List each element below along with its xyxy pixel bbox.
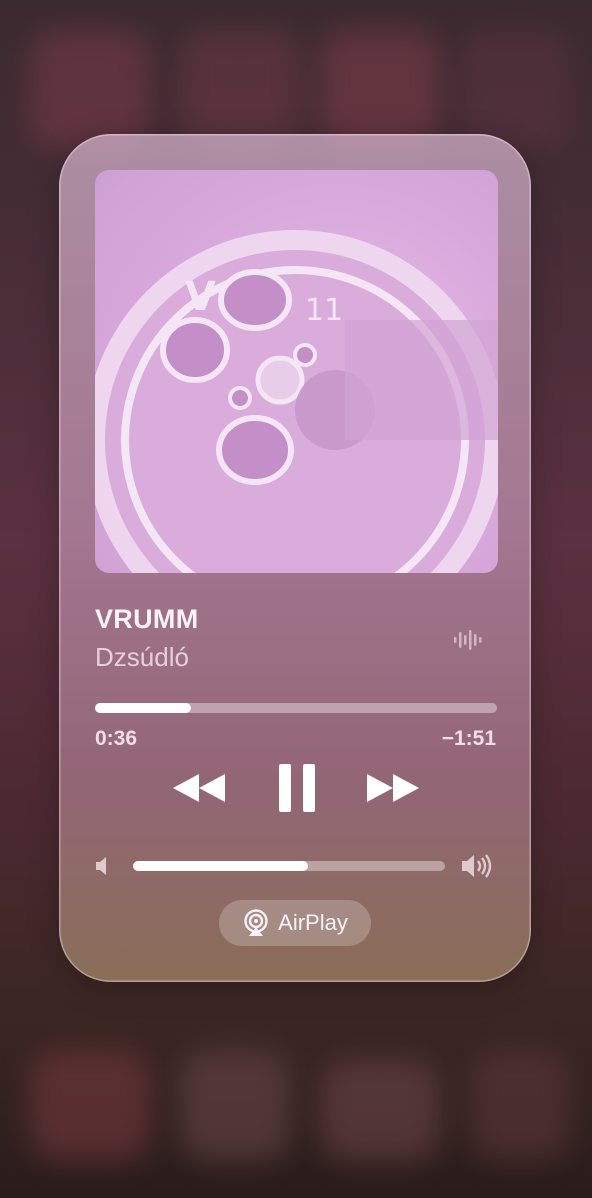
background-app-icon: [30, 30, 150, 150]
pause-button[interactable]: [267, 762, 327, 814]
album-artwork[interactable]: V 11: [95, 170, 498, 573]
pause-icon: [279, 764, 315, 812]
speaker-high-icon: [462, 854, 492, 878]
airplay-button[interactable]: AirPlay: [219, 900, 371, 946]
svg-text:V: V: [185, 274, 216, 320]
airplay-label: AirPlay: [278, 910, 348, 935]
rewind-button[interactable]: [167, 762, 231, 814]
volume-control: [95, 852, 497, 880]
track-artist[interactable]: Dzsúdló: [95, 642, 189, 673]
remaining-time: −1:51: [441, 727, 496, 750]
volume-slider[interactable]: [133, 861, 445, 871]
album-artwork-image: V 11: [95, 230, 498, 573]
background-app-icon: [30, 1050, 150, 1160]
fast-forward-button[interactable]: [361, 762, 425, 814]
background-app-icon: [460, 30, 570, 150]
playback-progress-fill: [95, 703, 192, 713]
svg-text:11: 11: [305, 293, 343, 328]
background-app-icon: [320, 30, 440, 150]
background-app-icon: [180, 30, 300, 150]
speaker-low-icon: [96, 857, 106, 875]
elapsed-time: 0:36: [95, 727, 138, 750]
fast-forward-icon: [367, 774, 419, 802]
background-app-icon: [320, 1060, 440, 1160]
playback-scrubber[interactable]: [95, 703, 497, 713]
volume-slider-fill: [133, 861, 308, 871]
track-title: VRUMM: [95, 604, 199, 634]
background-app-icon: [180, 1050, 290, 1160]
background-app-icon: [470, 1050, 570, 1160]
now-playing-panel: V 11 VRUMM Dzsúdló 0:36 −1:51 AirPlay: [59, 134, 531, 982]
airplay-icon: [244, 909, 268, 936]
rewind-icon: [173, 774, 225, 802]
waveform-icon: [454, 630, 482, 650]
